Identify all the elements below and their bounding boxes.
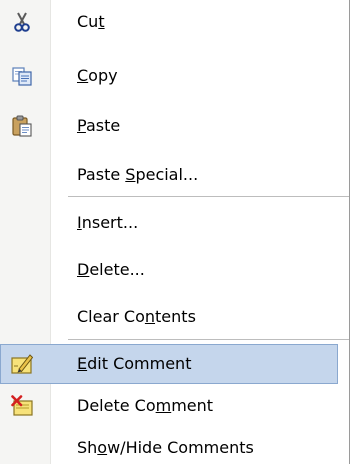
menu-item-delete[interactable]: Delete... [0,250,338,290]
menu-item-label: Delete... [77,260,145,279]
menu-item-label: Cut [77,12,105,31]
menu-item-show-hide-comments[interactable]: Show/Hide Comments [0,428,338,464]
menu-item-edit-comment[interactable]: Edit Comment [0,344,338,384]
menu-item-label: Insert... [77,213,139,232]
edit-comment-icon [11,354,33,374]
menu-item-label: Show/Hide Comments [77,438,254,457]
menu-item-label: Delete Comment [77,396,214,415]
menu-item-paste[interactable]: Paste [0,106,338,146]
copy-icon [12,67,32,86]
menu-item-label: Paste Special... [77,165,199,184]
menu-item-paste-special[interactable]: Paste Special... [0,155,338,195]
scissors-icon [14,12,30,32]
menu-item-label: Copy [77,66,118,85]
context-menu: Cut Copy Paste Paste Special... Insert..… [0,0,350,464]
menu-separator [68,196,350,198]
menu-item-copy[interactable]: Copy [0,56,338,96]
delete-comment-icon [11,395,33,416]
menu-item-label: Edit Comment [77,354,192,373]
menu-item-clear-contents[interactable]: Clear Contents [0,297,338,337]
menu-item-insert[interactable]: Insert... [0,203,338,243]
paste-icon [12,115,32,137]
menu-item-label: Clear Contents [77,307,196,326]
menu-separator [68,339,350,341]
menu-item-cut[interactable]: Cut [0,2,338,42]
menu-item-label: Paste [77,116,121,135]
menu-item-delete-comment[interactable]: Delete Comment [0,386,338,426]
